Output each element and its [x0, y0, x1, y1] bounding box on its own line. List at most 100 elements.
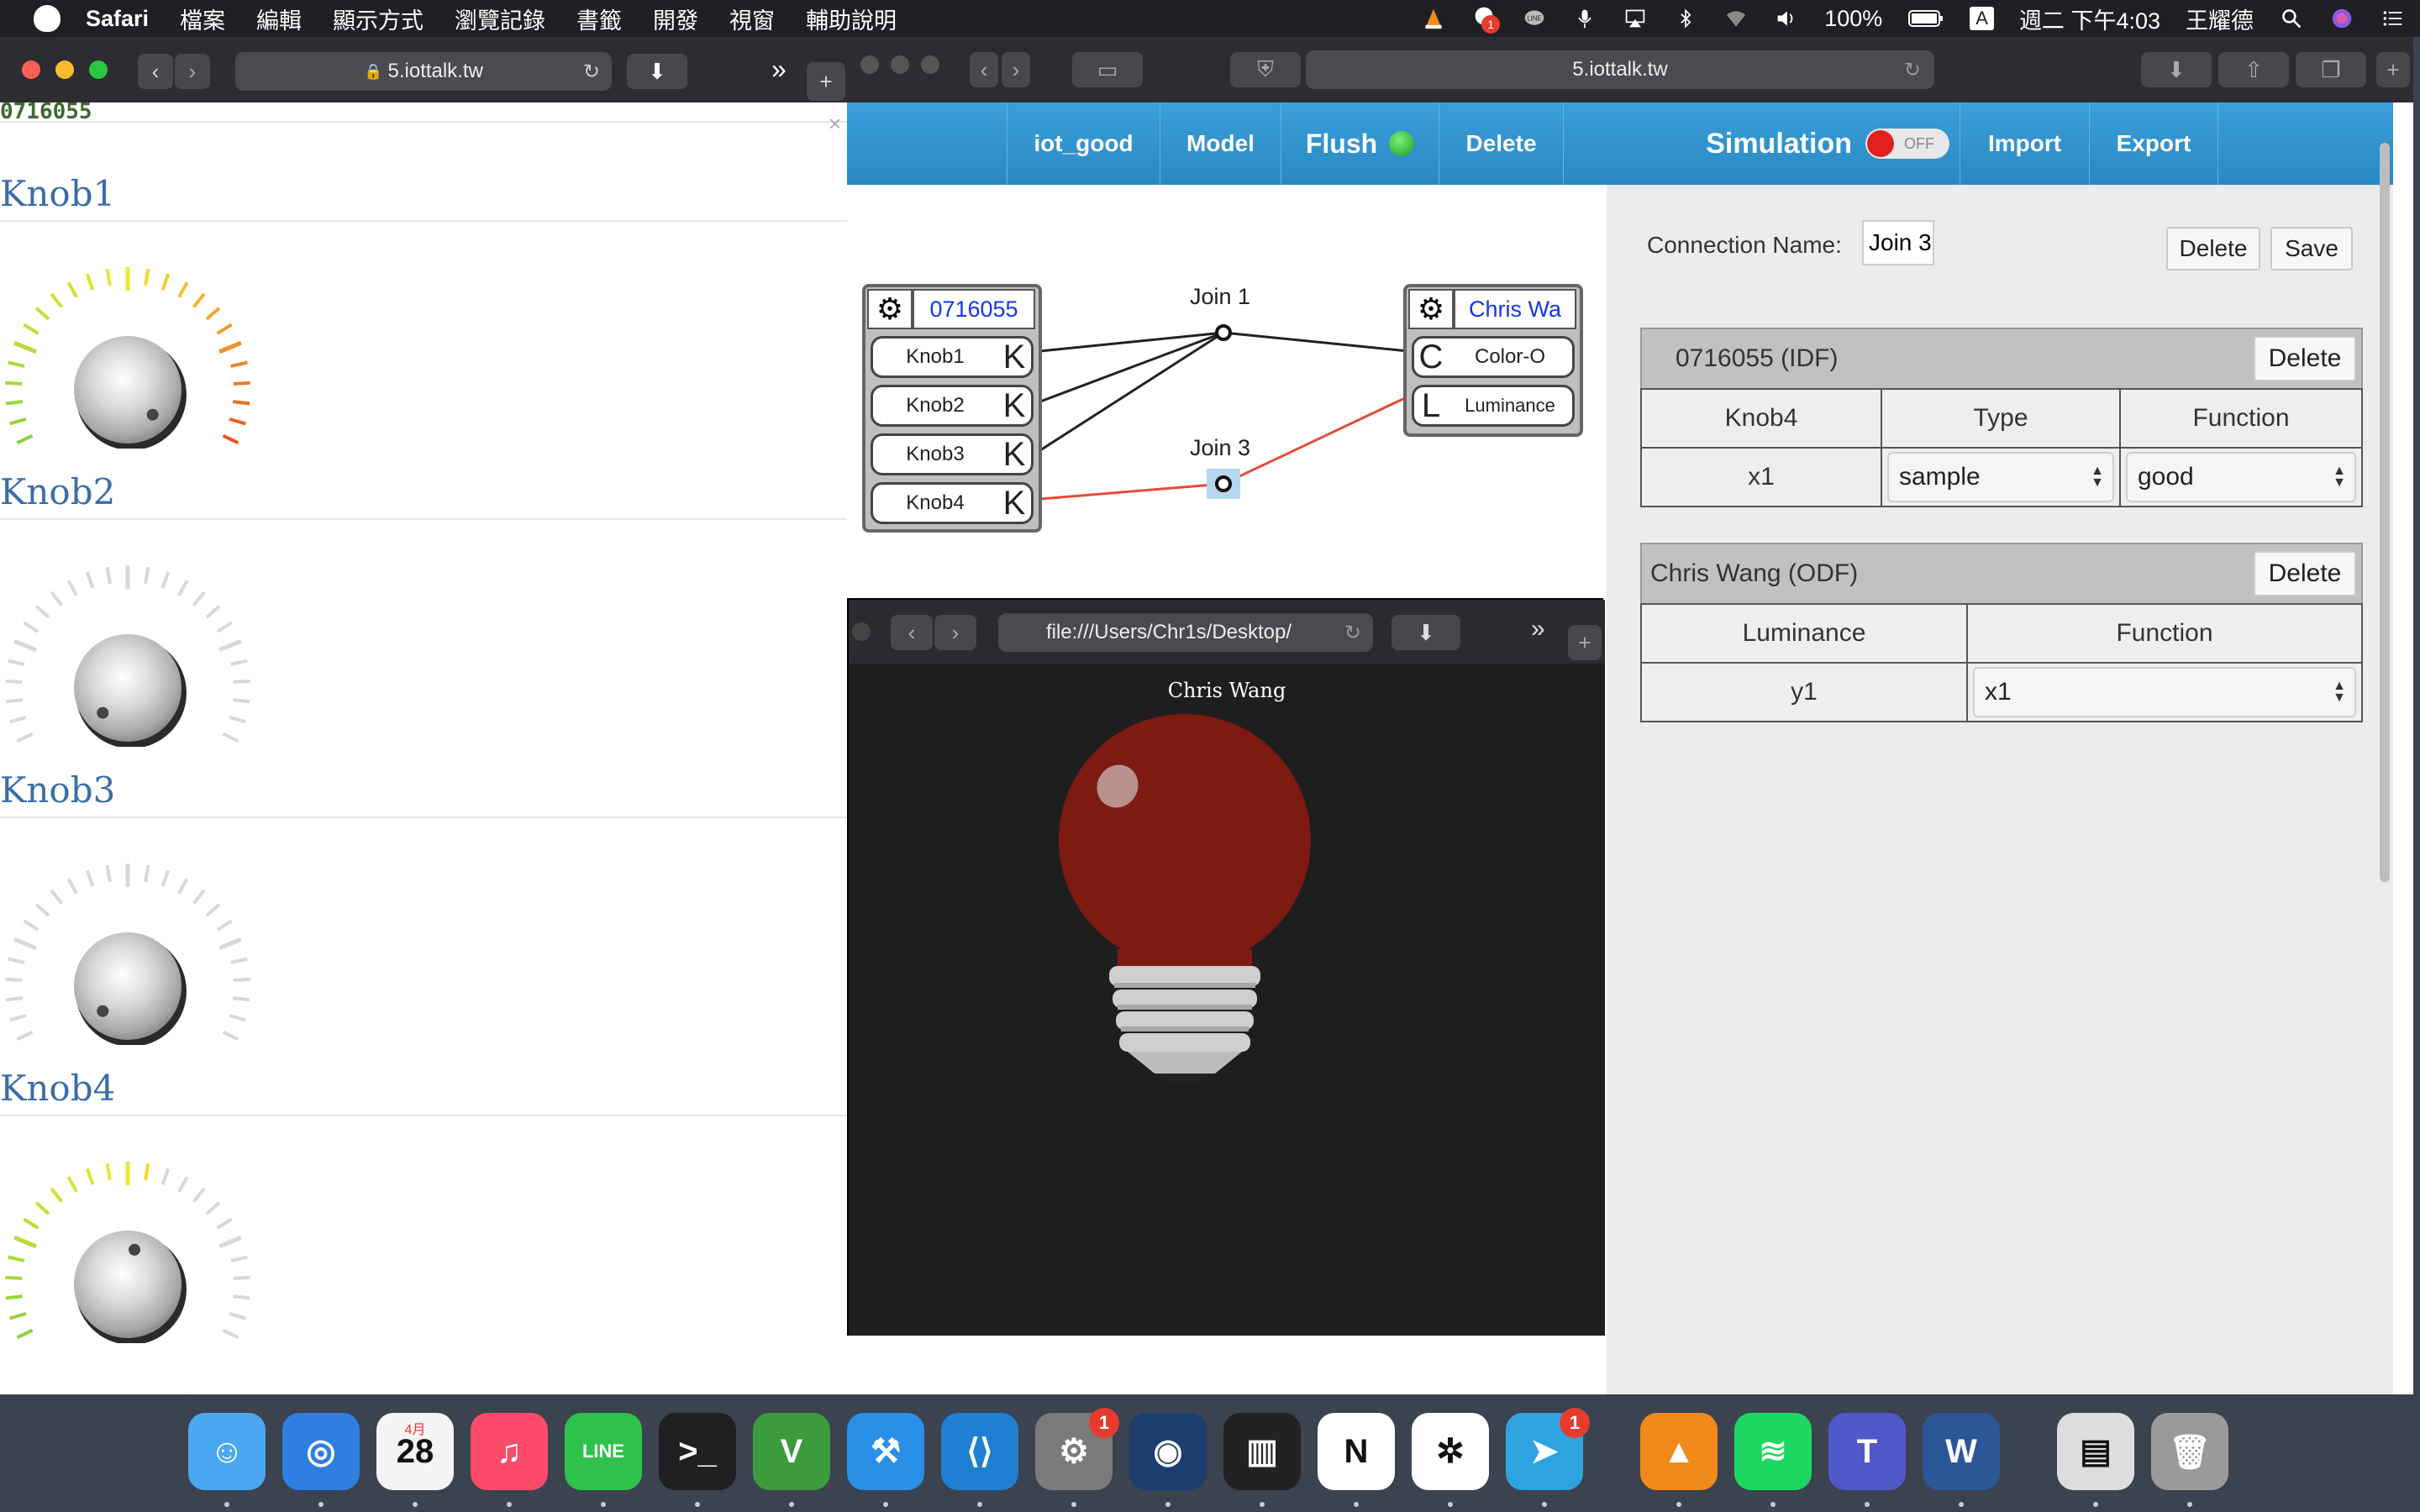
bulb-zoom-button[interactable] — [852, 622, 871, 641]
battery-icon[interactable] — [1907, 8, 1944, 29]
menu-bookmarks[interactable]: 書籤 — [576, 3, 622, 35]
dock-spotify-icon[interactable]: ≋ — [1734, 1413, 1812, 1490]
menu-history[interactable]: 瀏覽記錄 — [455, 3, 545, 35]
idf-delete-button[interactable]: Delete — [2254, 336, 2356, 381]
menu-file[interactable]: 檔案 — [180, 3, 225, 35]
odf-delete-button[interactable]: Delete — [2254, 551, 2356, 596]
zoom-window-button[interactable] — [921, 55, 939, 74]
bulb-back-button[interactable]: ‹ — [891, 615, 933, 650]
type-select[interactable]: sample ▲ ▼ — [1887, 452, 2114, 502]
bluetooth-icon[interactable] — [1673, 8, 1698, 29]
menu-view[interactable]: 顯示方式 — [333, 3, 424, 35]
knob-body[interactable] — [74, 336, 182, 444]
feature-knob3[interactable]: Knob3 K — [871, 433, 1034, 475]
dock-finder-icon[interactable]: ☺ — [188, 1413, 266, 1490]
dock-music-icon[interactable]: ♫ — [471, 1413, 548, 1490]
menu-window[interactable]: 視窗 — [729, 3, 775, 35]
feature-color-o[interactable]: C Color-O — [1412, 336, 1575, 378]
close-window-button[interactable] — [22, 60, 40, 79]
forward-button[interactable]: › — [175, 54, 210, 89]
user-name[interactable]: 王耀德 — [2186, 3, 2254, 35]
idf-settings-gear-icon[interactable]: ⚙ — [867, 289, 913, 329]
knob1-dial[interactable]: 1.0000.01.0 — [0, 197, 269, 449]
dock-terminal-icon[interactable]: >_ — [659, 1413, 736, 1490]
nav-flush[interactable]: Flush — [1281, 102, 1439, 185]
dock-preview-icon[interactable]: ▤ — [2057, 1413, 2134, 1490]
more-tabs-icon[interactable]: » — [771, 54, 786, 85]
nav-model[interactable]: Model — [1160, 102, 1281, 185]
spotlight-search-icon[interactable] — [2279, 8, 2304, 29]
menu-develop[interactable]: 開發 — [653, 3, 698, 35]
downloads-icon[interactable]: ⬇ — [2141, 52, 2212, 87]
dock-audio-icon[interactable]: ◉ — [1129, 1413, 1207, 1490]
bulb-more-tabs-icon[interactable]: » — [1531, 615, 1545, 643]
save-connection-button[interactable]: Save — [2270, 227, 2353, 270]
dock-telegram-icon[interactable]: ➤ 1 — [1506, 1408, 1590, 1490]
idf-device-box[interactable]: ⚙ 0716055 Knob1 K Knob2 K Knob3 K Knob4 K — [862, 284, 1042, 533]
delete-connection-button[interactable]: Delete — [2166, 227, 2260, 270]
microphone-icon[interactable] — [1572, 8, 1597, 29]
nav-import[interactable]: Import — [1960, 102, 2089, 185]
new-tab-button[interactable]: + — [2376, 52, 2410, 87]
dock-line-icon[interactable]: LINE — [565, 1413, 642, 1490]
join3-node[interactable] — [1215, 475, 1232, 492]
airplay-icon[interactable] — [1623, 8, 1648, 29]
close-window-button[interactable] — [860, 55, 879, 74]
bulb-downloads-icon[interactable]: ⬇ — [1392, 615, 1460, 650]
bulb-address-bar[interactable]: file:///Users/Chr1s/Desktop/ ↻ — [998, 613, 1373, 652]
vlc-status-icon[interactable] — [1421, 8, 1446, 29]
link-knob4-join3[interactable] — [1039, 482, 1224, 501]
menu-edit[interactable]: 編輯 — [256, 3, 302, 35]
nav-delete[interactable]: Delete — [1439, 102, 1563, 185]
odf-function-select[interactable]: x1 ▲ ▼ — [1973, 667, 2356, 717]
new-tab-button[interactable]: + — [807, 62, 845, 101]
volume-icon[interactable] — [1774, 8, 1799, 29]
knob-body[interactable] — [74, 932, 182, 1040]
shield-icon[interactable]: ⛨ — [1230, 52, 1301, 87]
knob3-dial[interactable]: 0.0000.01.0 — [0, 793, 269, 1045]
dock-notion-icon[interactable]: N — [1318, 1413, 1395, 1490]
nav-project[interactable]: iot_good — [1007, 102, 1160, 185]
dock-xcode-icon[interactable]: ⚒ — [847, 1413, 924, 1490]
dock-vs-code-icon[interactable]: ⟨⟩ — [941, 1413, 1018, 1490]
apple-icon[interactable] — [34, 5, 60, 32]
odf-device-box[interactable]: ⚙ Chris Wa C Color-O L Luminance — [1403, 284, 1583, 437]
dock-system-preferences-icon[interactable]: ⚙ 1 — [1035, 1408, 1119, 1490]
line-notify-icon[interactable]: 1 — [1471, 5, 1501, 34]
knob4-dial[interactable]: 0.5410.01.0 — [0, 1091, 269, 1343]
simulation-toggle[interactable]: OFF — [1865, 129, 1949, 159]
knob2-dial[interactable]: 0.0000.01.0 — [0, 495, 269, 747]
knob-address-bar[interactable]: 🔒 5.iottalk.tw ↻ — [235, 52, 612, 91]
dock-vlc-icon[interactable]: ▲ — [1640, 1413, 1718, 1490]
odf-settings-gear-icon[interactable]: ⚙ — [1408, 289, 1454, 329]
bulb-new-tab-button[interactable]: + — [1568, 625, 1602, 660]
line-icon[interactable]: LINE — [1522, 8, 1547, 29]
join1-label[interactable]: Join 1 — [1190, 284, 1250, 310]
reload-icon[interactable]: ↻ — [583, 60, 600, 84]
dock-trash-icon[interactable]: 🗑 — [2151, 1413, 2228, 1490]
siri-icon[interactable] — [2329, 8, 2354, 29]
link-join3-luminance[interactable] — [1223, 395, 1409, 486]
back-button[interactable]: ‹ — [970, 52, 998, 87]
menu-help[interactable]: 輔助說明 — [806, 3, 897, 35]
feature-knob4[interactable]: Knob4 K — [871, 482, 1034, 524]
odf-device-name-box[interactable]: Chris Wa — [1454, 289, 1576, 329]
join1-node[interactable] — [1215, 324, 1232, 341]
dock-teams-icon[interactable]: T — [1828, 1413, 1906, 1490]
dock-slack-icon[interactable]: ✲ — [1412, 1413, 1489, 1490]
idf-function-select[interactable]: good ▲ ▼ — [2126, 452, 2356, 502]
join3-label[interactable]: Join 3 — [1190, 435, 1250, 461]
dock-piano-icon[interactable]: ▥ — [1223, 1413, 1301, 1490]
back-button[interactable]: ‹ — [138, 54, 173, 89]
feature-luminance[interactable]: L Luminance — [1412, 385, 1575, 427]
bulb-forward-button[interactable]: › — [934, 615, 976, 650]
bulb-reload-icon[interactable]: ↻ — [1344, 621, 1361, 645]
dock-safari-icon[interactable]: ◎ — [282, 1413, 360, 1490]
forward-button[interactable]: › — [1002, 52, 1030, 87]
input-method-indicator[interactable]: A — [1970, 7, 1994, 30]
address-bar[interactable]: 5.iottalk.tw ↻ — [1306, 50, 1934, 89]
minimize-window-button[interactable] — [891, 55, 909, 74]
share-icon[interactable]: ⇧ — [2218, 52, 2289, 87]
notification-center-icon[interactable] — [2380, 8, 2405, 29]
idf-device-name-box[interactable]: 0716055 — [913, 289, 1035, 329]
